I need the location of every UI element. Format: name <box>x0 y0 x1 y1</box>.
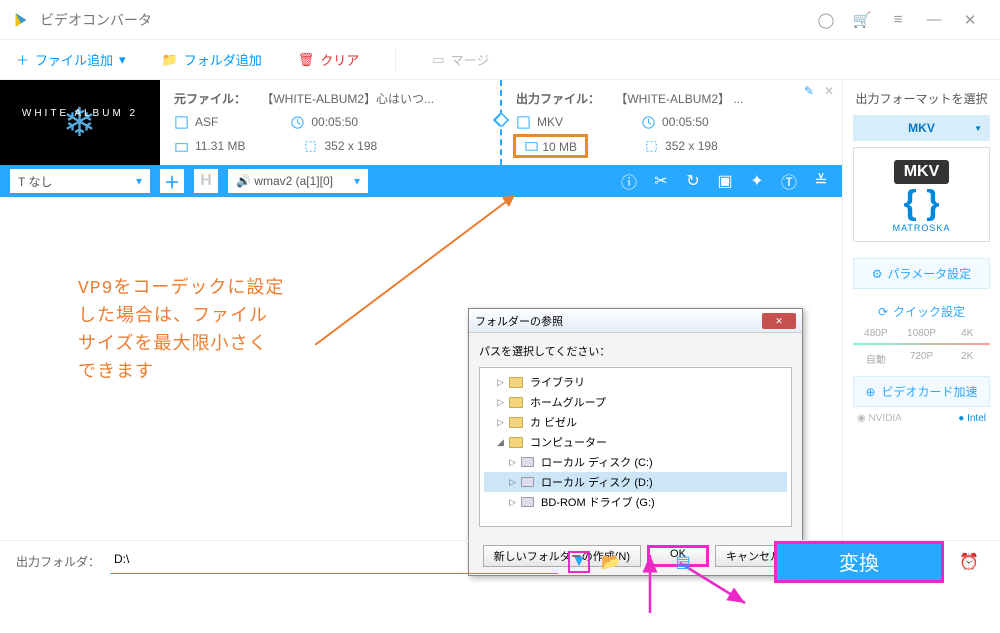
output-folder-input[interactable]: D:\ <box>110 550 558 574</box>
cart-icon[interactable]: 🛒 <box>844 2 880 38</box>
quick-settings-label: ⟳クイック設定 <box>853 303 990 320</box>
quality-scale-top: 480P1080P4K <box>853 328 990 339</box>
tree-node[interactable]: ▷カ ビゼル <box>484 412 787 432</box>
menu-icon[interactable]: ≡ <box>880 2 916 38</box>
gpu-accel-button[interactable]: ⊕ビデオカード加速 <box>853 376 990 407</box>
folder-tree[interactable]: ▷ライブラリ▷ホームグループ▷カ ビゼル◢コンピューター▷ローカル ディスク (… <box>479 367 792 527</box>
account-icon[interactable]: ◯ <box>808 2 844 38</box>
audio-select[interactable]: 🔊 wmav2 (a[1][0]▾ <box>228 169 368 193</box>
rotate-icon[interactable]: ↻ <box>682 170 704 192</box>
open-folder-icon[interactable]: 📂 <box>600 552 622 572</box>
dialog-prompt: パスを選択してください： <box>479 343 792 359</box>
tree-node[interactable]: ▷ローカル ディスク (C:) <box>484 452 787 472</box>
cut-icon[interactable]: ✂ <box>650 170 672 192</box>
open-output-icon[interactable]: ▤ <box>672 552 694 572</box>
dialog-title: フォルダーの参照 <box>475 313 762 329</box>
tree-node[interactable]: ▷BD-ROM ドライブ (G:) <box>484 492 787 512</box>
annotation-text: VP9をコーデックに設定 した場合は、ファイル サイズを最大限小さく できます <box>78 275 284 387</box>
app-logo-icon <box>12 11 30 29</box>
source-format: ASF 00:05:50 <box>174 110 486 134</box>
tree-node[interactable]: ▷ホームグループ <box>484 392 787 412</box>
subtitle-select[interactable]: T なし▾ <box>10 169 150 193</box>
output-format-heading: 出力フォーマットを選択 <box>853 90 990 107</box>
tree-node[interactable]: ▷ライブラリ <box>484 372 787 392</box>
output-folder-label: 出力フォルダ： <box>16 553 100 570</box>
info-icon[interactable]: ⓘ <box>618 170 640 192</box>
tree-node[interactable]: ▷ローカル ディスク (D:) <box>484 472 787 492</box>
dialog-close-button[interactable]: ✕ <box>762 313 796 329</box>
add-file-button[interactable]: ＋ ファイル追加 ▾ <box>16 50 126 69</box>
hardsub-button[interactable]: H <box>194 169 218 193</box>
convert-button[interactable]: 変換 <box>774 541 944 583</box>
parameter-settings-button[interactable]: ⚙パラメータ設定 <box>853 258 990 289</box>
quality-slider[interactable] <box>853 343 990 345</box>
watermark-icon[interactable]: Ⓣ <box>778 170 800 192</box>
format-preview[interactable]: MKV { } MATROSKA <box>853 147 990 242</box>
minimize-icon[interactable]: — <box>916 2 952 38</box>
add-subtitle-button[interactable]: ＋ <box>160 169 184 193</box>
gpu-vendors: ◉ NVIDIA● Intel <box>853 413 990 424</box>
crop-icon[interactable]: ▣ <box>714 170 736 192</box>
video-thumbnail[interactable]: ❄ WHITE ALBUM 2 <box>0 80 160 165</box>
output-file-label: 出力ファイル： 【WHITE-ALBUM2】 ... <box>516 86 828 110</box>
effect-icon[interactable]: ✦ <box>746 170 768 192</box>
adjust-icon[interactable]: ≚ <box>810 170 832 192</box>
format-dropdown[interactable]: MKV▼ <box>853 115 990 141</box>
schedule-icon[interactable]: ⏰ <box>954 552 984 572</box>
folder-browse-dialog: フォルダーの参照✕ パスを選択してください： ▷ライブラリ▷ホームグループ▷カ … <box>468 308 803 576</box>
clear-button[interactable]: 🗑 クリア <box>298 50 360 69</box>
tree-node[interactable]: ◢コンピューター <box>484 432 787 452</box>
quality-scale-bottom: 自動720P2K <box>853 351 990 366</box>
close-icon[interactable]: ✕ <box>952 2 988 38</box>
app-title: ビデオコンバータ <box>40 10 808 30</box>
add-folder-button[interactable]: 📁 フォルダ追加 <box>162 50 262 69</box>
matroska-icon: { } <box>862 184 981 223</box>
remove-item-icon[interactable]: ✕ <box>824 84 834 98</box>
edit-icon[interactable]: ✎ <box>804 84 814 98</box>
output-folder-dropdown[interactable]: ▼ <box>568 551 590 573</box>
output-size: 10 MB 352 x 198 <box>516 134 828 158</box>
merge-button: ▭ マージ <box>432 50 489 69</box>
output-format: MKV 00:05:50 <box>516 110 828 134</box>
source-size: 11.31 MB 352 x 198 <box>174 134 486 158</box>
source-file-label: 元ファイル： 【WHITE-ALBUM2】心はいつ... <box>174 86 486 110</box>
